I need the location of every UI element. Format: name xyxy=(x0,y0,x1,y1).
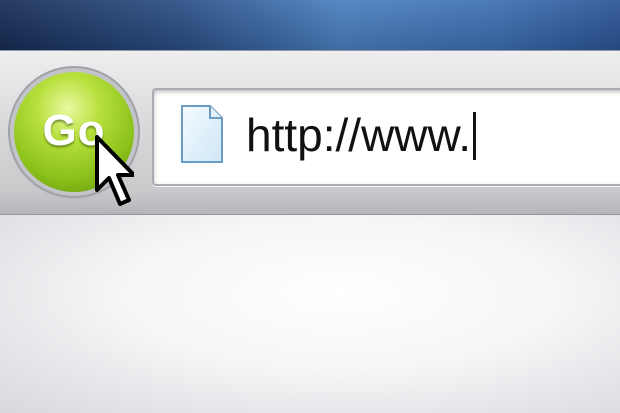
text-caret xyxy=(472,111,476,160)
window-title-bar xyxy=(0,0,620,50)
url-text: http://www. xyxy=(246,109,471,161)
url-input[interactable]: http://www. xyxy=(246,100,476,170)
page-content-area xyxy=(0,215,620,413)
arrow-cursor-icon xyxy=(95,135,134,206)
address-bar[interactable]: http://www. xyxy=(152,88,620,186)
document-icon xyxy=(181,105,223,163)
